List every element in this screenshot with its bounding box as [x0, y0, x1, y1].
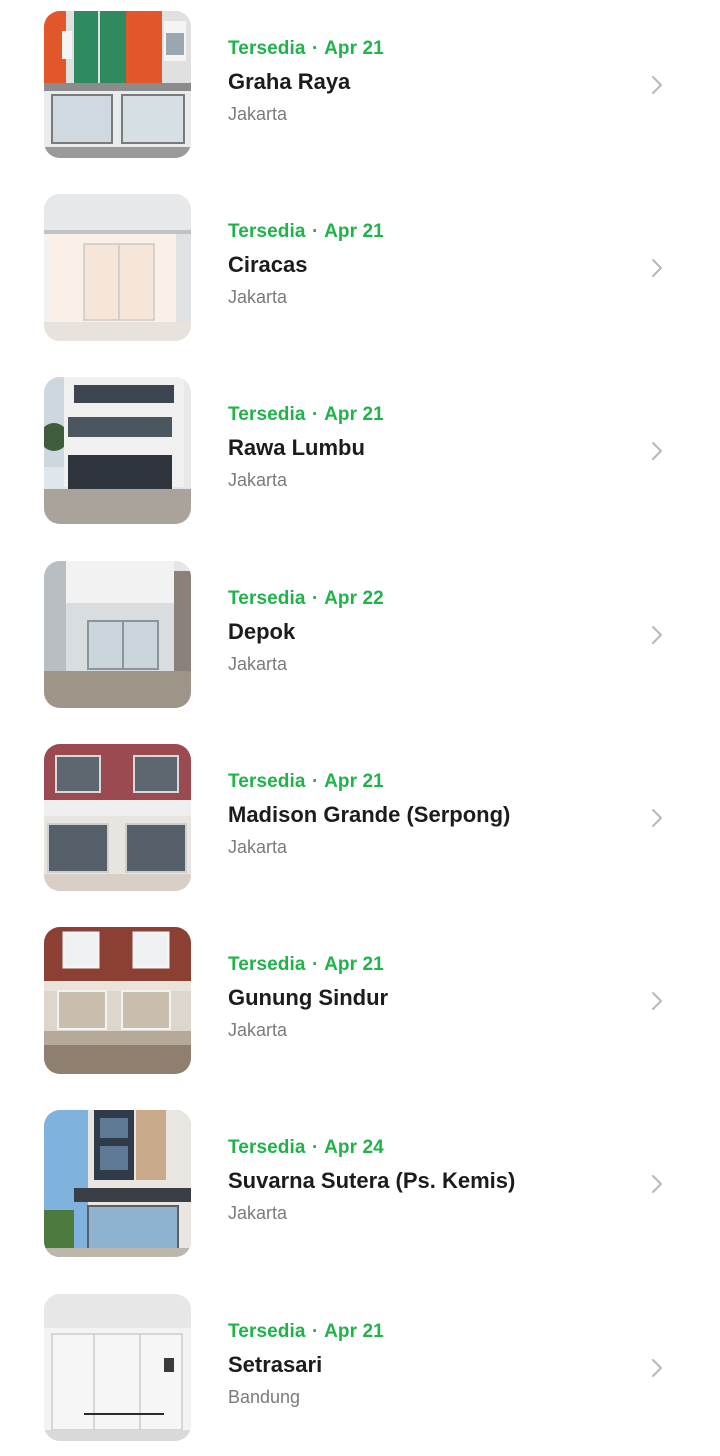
- listing-title: Setrasari: [228, 1352, 323, 1377]
- listing-photo: [44, 377, 191, 524]
- listing-title: Graha Raya: [228, 69, 351, 94]
- availability-label: Tersedia · Apr 21: [228, 1321, 384, 1342]
- listing-item[interactable]: Tersedia · Apr 21 Gunung Sindur Jakarta: [0, 927, 720, 1075]
- availability-label: Tersedia · Apr 21: [228, 771, 384, 792]
- listing-photo: [44, 744, 191, 891]
- listing-title: Gunung Sindur: [228, 985, 389, 1010]
- listing-city: Jakarta: [228, 654, 288, 674]
- availability-label: Tersedia · Apr 24: [228, 1137, 384, 1158]
- availability-label: Tersedia · Apr 21: [228, 404, 384, 425]
- chevron-right-icon: [652, 1175, 662, 1193]
- listing-item[interactable]: Tersedia · Apr 21 Rawa Lumbu Jakarta: [0, 377, 720, 525]
- chevron-right-icon: [652, 809, 662, 827]
- listing-title: Madison Grande (Serpong): [228, 802, 511, 827]
- listing-photo: [44, 194, 191, 341]
- availability-label: Tersedia · Apr 21: [228, 954, 384, 975]
- listing-title: Suvarna Sutera (Ps. Kemis): [228, 1168, 516, 1193]
- chevron-right-icon: [652, 992, 662, 1010]
- listing-city: Jakarta: [228, 1203, 288, 1223]
- listing-photo: [44, 561, 191, 708]
- chevron-right-icon: [652, 259, 662, 277]
- listing-item[interactable]: Tersedia · Apr 24 Suvarna Sutera (Ps. Ke…: [0, 1110, 720, 1258]
- availability-label: Tersedia · Apr 22: [228, 588, 384, 609]
- listing-photo: [44, 11, 191, 158]
- listing-photo: [44, 927, 191, 1074]
- chevron-right-icon: [652, 442, 662, 460]
- listing-city: Jakarta: [228, 287, 288, 307]
- availability-label: Tersedia · Apr 21: [228, 38, 384, 59]
- chevron-right-icon: [652, 626, 662, 644]
- listing-title: Ciracas: [228, 252, 308, 277]
- listing-city: Jakarta: [228, 104, 288, 124]
- listing-photo: [44, 1294, 191, 1441]
- listing-item[interactable]: Tersedia · Apr 21 Madison Grande (Serpon…: [0, 744, 720, 892]
- listing-list: Tersedia · Apr 21 Graha Raya Jakarta Ter…: [0, 0, 720, 1456]
- listing-city: Bandung: [228, 1387, 301, 1407]
- listing-item[interactable]: Tersedia · Apr 21 Graha Raya Jakarta: [0, 11, 720, 159]
- listing-title: Depok: [228, 619, 296, 644]
- listing-item[interactable]: Tersedia · Apr 22 Depok Jakarta: [0, 561, 720, 709]
- chevron-right-icon: [652, 76, 662, 94]
- availability-label: Tersedia · Apr 21: [228, 221, 384, 242]
- listing-title: Rawa Lumbu: [228, 435, 365, 460]
- listing-city: Jakarta: [228, 470, 288, 490]
- listing-city: Jakarta: [228, 1020, 288, 1040]
- chevron-right-icon: [652, 1359, 662, 1377]
- listing-photo: [44, 1110, 191, 1257]
- listing-item[interactable]: Tersedia · Apr 21 Setrasari Bandung: [0, 1294, 720, 1442]
- listing-city: Jakarta: [228, 837, 288, 857]
- listing-item[interactable]: Tersedia · Apr 21 Ciracas Jakarta: [0, 194, 720, 342]
